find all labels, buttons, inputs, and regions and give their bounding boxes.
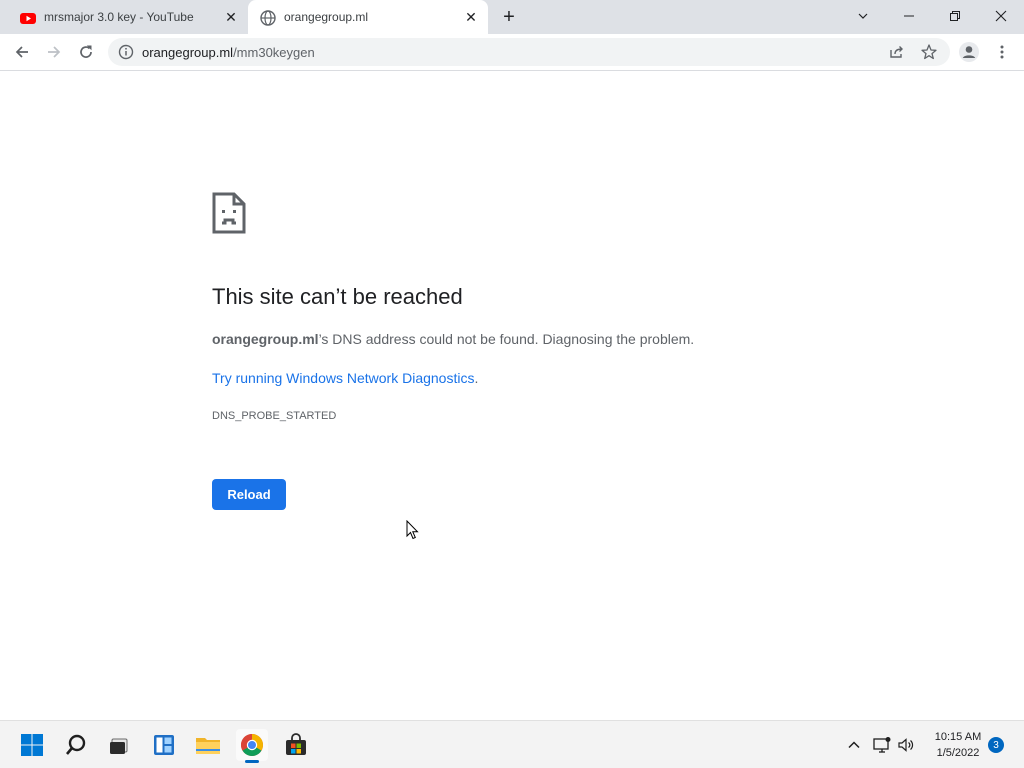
volume-icon[interactable] [896,735,916,755]
sad-page-icon [212,192,246,234]
chrome-icon[interactable] [236,729,268,763]
reload-button[interactable]: Reload [212,479,286,510]
taskbar: 10:15 AM 1/5/2022 3 [0,720,1024,768]
url-text: orangegroup.ml/mm30keygen [142,45,315,60]
share-icon[interactable] [888,43,906,61]
error-host: orangegroup.ml [212,331,319,347]
close-tab-icon[interactable]: ✕ [462,8,480,26]
active-app-indicator [245,760,259,763]
store-icon[interactable] [280,729,312,761]
error-description-text: ’s DNS address could not be found. Diagn… [318,331,695,347]
search-icon[interactable] [60,729,92,761]
profile-avatar-icon[interactable] [955,38,983,66]
mouse-cursor-icon [406,520,419,540]
file-explorer-icon[interactable] [192,729,224,761]
close-icon[interactable] [978,0,1024,32]
tab-strip: mrsmajor 3.0 key - YouTube ✕ orangegroup… [0,0,1024,34]
error-title: This site can’t be reached [212,284,463,309]
url-path: /mm30keygen [233,45,315,60]
task-view-icon[interactable] [104,729,136,761]
error-code: DNS_PROBE_STARTED [212,410,337,422]
browser-toolbar: orangegroup.ml/mm30keygen [0,34,1024,71]
address-bar[interactable]: orangegroup.ml/mm30keygen [108,38,950,66]
diagnostics-period: . [474,370,479,386]
network-diagnostics-link[interactable]: Try running Windows Network Diagnostics [212,370,474,386]
error-description: orangegroup.ml’s DNS address could not b… [212,331,694,347]
system-clock[interactable]: 10:15 AM 1/5/2022 [928,729,988,761]
widgets-icon[interactable] [148,729,180,761]
network-icon[interactable] [872,735,892,755]
chevron-down-icon[interactable] [840,0,886,32]
clock-time: 10:15 AM [934,731,982,743]
clock-date: 1/5/2022 [936,747,980,759]
tab-youtube[interactable]: mrsmajor 3.0 key - YouTube ✕ [8,0,248,34]
minimize-icon[interactable] [886,0,932,32]
restore-icon[interactable] [932,0,978,32]
star-icon[interactable] [920,43,938,61]
tab-title: orangegroup.ml [284,10,369,24]
youtube-icon [20,13,36,24]
close-tab-icon[interactable]: ✕ [222,8,240,26]
back-arrow-icon[interactable] [8,38,36,66]
globe-icon [260,10,276,26]
info-icon[interactable] [118,44,134,60]
forward-arrow-icon[interactable] [40,38,68,66]
diagnostics-line: Try running Windows Network Diagnostics. [212,370,478,386]
chevron-up-icon[interactable] [844,735,864,755]
reload-icon[interactable] [72,38,100,66]
url-host: orangegroup.ml [142,45,234,60]
notification-badge[interactable]: 3 [988,737,1004,753]
windows-start-icon[interactable] [16,729,48,761]
tab-title: mrsmajor 3.0 key - YouTube [44,10,194,24]
kebab-menu-icon[interactable] [988,38,1016,66]
plus-icon[interactable]: + [498,6,520,28]
tab-orangegroup[interactable]: orangegroup.ml ✕ [248,0,488,34]
